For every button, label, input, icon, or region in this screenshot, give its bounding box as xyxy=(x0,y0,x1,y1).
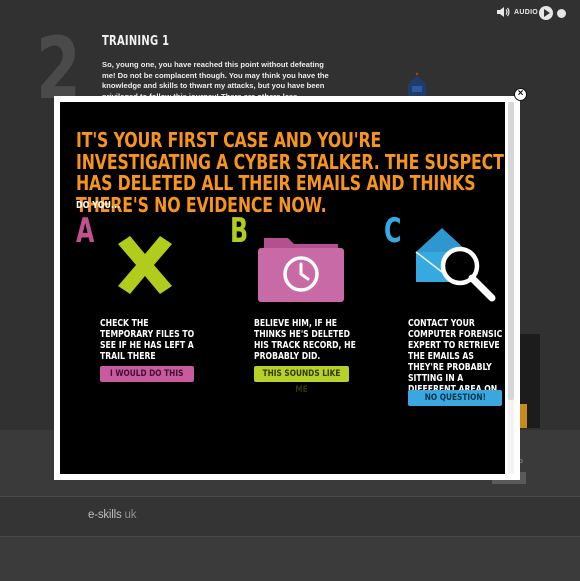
option-b-button[interactable]: THIS SOUNDS LIKE ME xyxy=(254,366,349,395)
training-title: TRAINING 1 xyxy=(102,34,170,49)
modal-scrollbar[interactable] xyxy=(508,102,514,474)
question-prompt: DO YOU... xyxy=(76,200,121,211)
option-a-button[interactable]: I WOULD DO THIS xyxy=(100,366,194,382)
option-c-button-label: NO QUESTION! xyxy=(424,393,486,403)
option-b-text: BELIEVE HIM, IF HE THINKS HE'S DELETED H… xyxy=(254,318,356,362)
eskills-logo: e-skills uk xyxy=(88,509,136,521)
option-a-button-label: I WOULD DO THIS xyxy=(110,369,184,379)
option-b-button-label: THIS SOUNDS LIKE ME xyxy=(262,369,341,395)
folder-clock-icon xyxy=(258,238,344,302)
option-c-letter: C xyxy=(384,211,402,251)
audio-label: AUDIO xyxy=(514,8,539,16)
villain-figure-icon xyxy=(408,72,426,98)
envelope-magnifier-icon xyxy=(415,228,496,302)
question-modal: IT'S YOUR FIRST CASE AND YOU'RE INVESTIG… xyxy=(54,96,520,480)
option-c-button[interactable]: NO QUESTION! xyxy=(408,390,502,406)
play-button[interactable] xyxy=(539,6,553,20)
menu-dot-button[interactable] xyxy=(557,9,566,18)
intro-text: So, young one, you have reached this poi… xyxy=(102,60,329,96)
x-cross-icon xyxy=(118,236,172,294)
close-icon[interactable]: × xyxy=(514,88,527,101)
footer-bottom-band xyxy=(0,536,580,581)
speaker-icon xyxy=(497,7,510,17)
audio-toggle[interactable]: AUDIO xyxy=(496,6,538,18)
brand-name: e-skills xyxy=(88,509,122,521)
option-a-letter: A xyxy=(76,211,95,251)
option-b-letter: B xyxy=(230,211,249,251)
modal-content: IT'S YOUR FIRST CASE AND YOU'RE INVESTIG… xyxy=(60,102,505,474)
brand-suffix: uk xyxy=(124,509,137,521)
footer-band xyxy=(0,496,580,537)
scrollbar-thumb[interactable] xyxy=(508,102,514,400)
option-a-text: CHECK THE TEMPORARY FILES TO SEE IF HE H… xyxy=(100,318,195,362)
scenario-headline: IT'S YOUR FIRST CASE AND YOU'RE INVESTIG… xyxy=(76,128,504,217)
